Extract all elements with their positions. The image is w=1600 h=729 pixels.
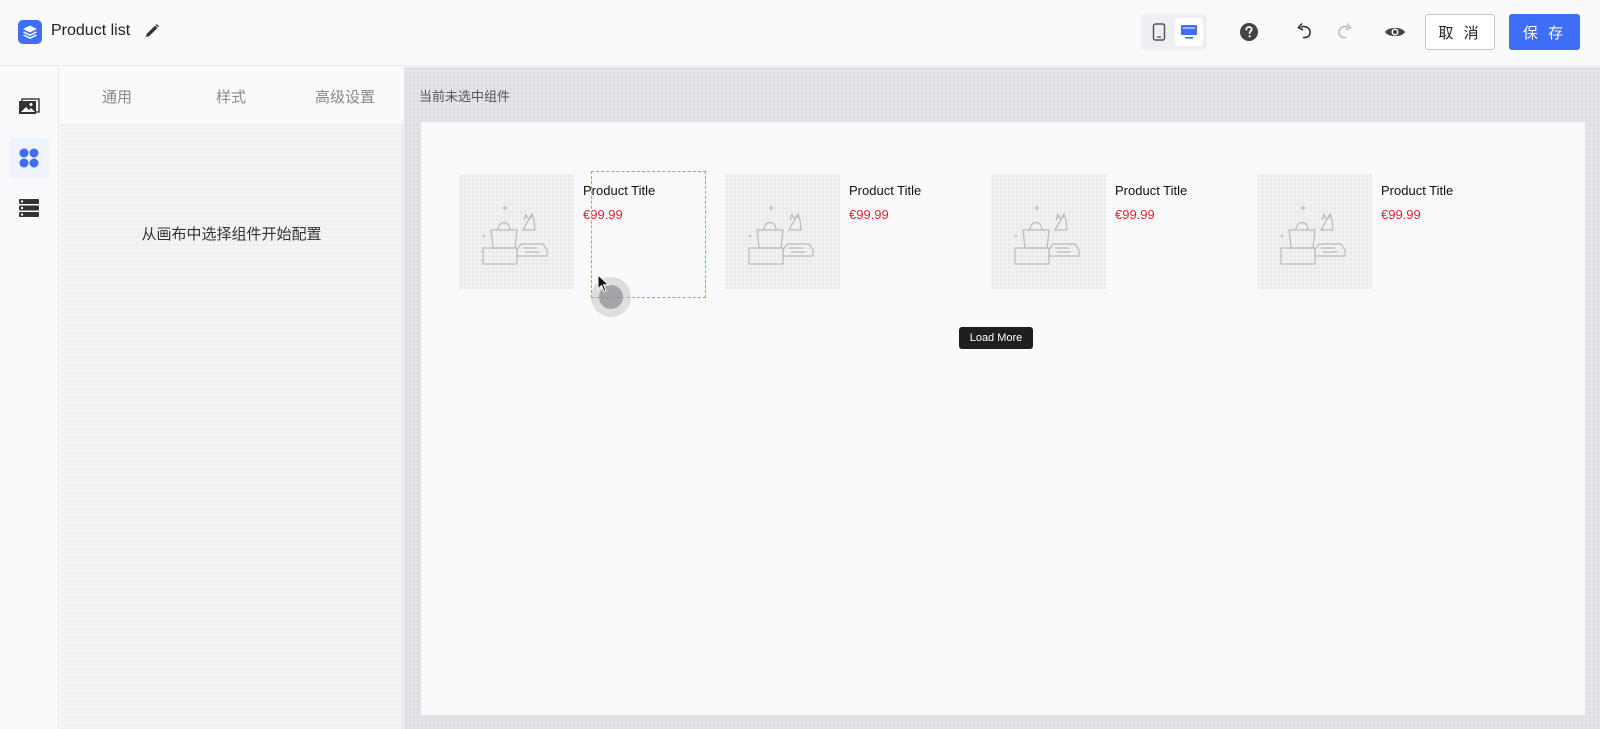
product-title: Product Title [1381,183,1454,198]
images-icon[interactable] [9,87,49,127]
eye-icon[interactable] [1383,20,1407,44]
pencil-icon[interactable] [142,21,162,41]
product-card[interactable]: Product Title €99.99 [725,174,985,296]
settings-tabs: 通用 样式 高级设置 [60,67,403,125]
shopping-items-icon [1279,205,1346,265]
product-price: €99.99 [849,207,889,222]
page-canvas[interactable]: Product Title €99.99 Product Title €99.9… [421,122,1585,715]
list-layers-icon[interactable] [9,188,49,228]
save-button[interactable]: 保 存 [1509,14,1580,50]
cancel-button[interactable]: 取 消 [1425,14,1495,50]
page-title: Product list [51,22,131,39]
product-card[interactable]: Product Title €99.99 [459,174,719,296]
product-price: €99.99 [1115,207,1155,222]
shopping-items-icon [747,205,814,265]
tool-rail [0,67,59,729]
tab-general[interactable]: 通用 [60,67,174,125]
desktop-icon[interactable] [1175,18,1203,46]
empty-selection-hint: 从画布中选择组件开始配置 [141,226,322,243]
shopping-items-icon [481,205,548,265]
product-card[interactable]: Product Title €99.99 [1257,174,1517,296]
top-bar: Product list 取 消 保 存 [0,0,1600,66]
undo-icon[interactable] [1293,20,1317,44]
tab-advanced[interactable]: 高级设置 [288,67,402,125]
product-card[interactable]: Product Title €99.99 [991,174,1251,296]
redo-icon[interactable] [1332,20,1356,44]
product-title: Product Title [849,183,922,198]
product-image [991,174,1106,289]
settings-panel: 通用 样式 高级设置 从画布中选择组件开始配置 [60,67,403,729]
product-price: €99.99 [583,207,623,222]
components-icon[interactable] [9,138,49,178]
product-image [1257,174,1372,289]
product-image [459,174,574,289]
device-toggle [1141,14,1207,50]
tab-style[interactable]: 样式 [174,67,288,125]
load-more-button[interactable]: Load More [959,327,1033,349]
layers-logo-icon [18,20,42,44]
shopping-items-icon [1013,205,1080,265]
mobile-icon[interactable] [1145,18,1173,46]
help-icon[interactable] [1237,20,1261,44]
canvas-area: 当前未选中组件 Product Title €99.99 Product Tit… [404,67,1600,729]
product-title: Product Title [1115,183,1188,198]
product-title: Product Title [583,183,656,198]
cursor-arrow-icon [597,274,610,293]
selection-status: 当前未选中组件 [419,89,511,104]
product-price: €99.99 [1381,207,1421,222]
product-image [725,174,840,289]
